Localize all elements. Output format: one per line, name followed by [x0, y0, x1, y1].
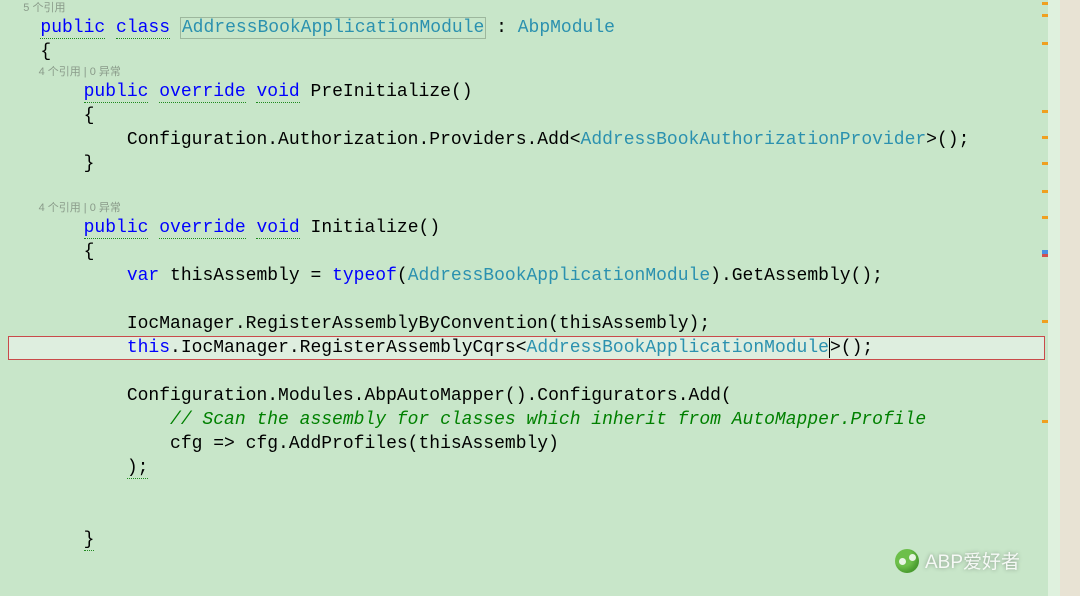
ioc-conv: IocManager.RegisterAssemblyByConvention(…	[8, 312, 1045, 336]
kw-typeof: typeof	[332, 266, 397, 286]
ioc-cqrs-highlighted: this.IocManager.RegisterAssemblyCqrs<Add…	[8, 336, 1045, 360]
brace-open-init: {	[8, 240, 1045, 264]
blank4	[8, 480, 1045, 504]
method-preinit: PreInitialize	[311, 82, 451, 102]
cfg-lambda: cfg => cfg.AddProfiles(thisAssembly)	[8, 432, 1045, 456]
watermark: ABP爱好者	[895, 547, 1020, 574]
kw-class: class	[116, 18, 170, 39]
var-thisassembly: var thisAssembly = typeof(AddressBookApp…	[8, 264, 1045, 288]
codelens-class[interactable]: 5 个引用	[8, 0, 1045, 16]
blank5	[8, 504, 1045, 528]
code-block: 5 个引用 public class AddressBookApplicatio…	[0, 0, 1045, 552]
type-module3: AddressBookApplicationModule	[527, 338, 829, 358]
minimap-marker[interactable]	[1042, 2, 1048, 5]
minimap-marker[interactable]	[1042, 14, 1048, 17]
kw-override2: override	[159, 218, 245, 239]
minimap-marker[interactable]	[1042, 136, 1048, 139]
blank1	[8, 176, 1045, 200]
vertical-scrollbar[interactable]	[1060, 0, 1080, 596]
watermark-text: ABP爱好者	[925, 547, 1020, 574]
codelens-init[interactable]: 4 个引用 | 0 异常	[8, 200, 1045, 216]
brace-close-init: }	[8, 528, 1045, 552]
kw-override: override	[159, 82, 245, 103]
kw-public: public	[40, 18, 105, 39]
type-module: AddressBookApplicationModule	[181, 18, 485, 38]
type-auth-provider: AddressBookAuthorizationProvider	[581, 130, 927, 150]
close-add: );	[8, 456, 1045, 480]
minimap[interactable]	[1048, 0, 1060, 596]
kw-void2: void	[256, 218, 299, 239]
config-auth-line: Configuration.Authorization.Providers.Ad…	[8, 128, 1045, 152]
minimap-marker[interactable]	[1042, 190, 1048, 193]
wechat-icon	[895, 549, 919, 573]
code-editor[interactable]: 5 个引用 public class AddressBookApplicatio…	[0, 0, 1045, 596]
minimap-marker[interactable]	[1042, 254, 1048, 257]
minimap-marker[interactable]	[1042, 216, 1048, 219]
brace-open-preinit: {	[8, 104, 1045, 128]
kw-public3: public	[84, 218, 149, 239]
minimap-marker[interactable]	[1042, 42, 1048, 45]
brace-open-class: {	[8, 40, 1045, 64]
method-init: Initialize	[311, 218, 419, 238]
minimap-marker[interactable]	[1042, 162, 1048, 165]
kw-var: var	[127, 266, 159, 286]
init-decl: public override void Initialize()	[8, 216, 1045, 240]
type-base: AbpModule	[518, 18, 615, 38]
minimap-marker[interactable]	[1042, 110, 1048, 113]
kw-this: this	[127, 338, 170, 358]
minimap-marker[interactable]	[1042, 420, 1048, 423]
blank2	[8, 288, 1045, 312]
codelens-preinit[interactable]: 4 个引用 | 0 异常	[8, 64, 1045, 80]
kw-void: void	[256, 82, 299, 103]
brace-close-preinit: }	[8, 152, 1045, 176]
minimap-marker[interactable]	[1042, 320, 1048, 323]
kw-public2: public	[84, 82, 149, 103]
class-decl: public class AddressBookApplicationModul…	[8, 16, 1045, 40]
comment-scan: // Scan the assembly for classes which i…	[8, 408, 1045, 432]
colon: :	[485, 18, 517, 38]
config-modules: Configuration.Modules.AbpAutoMapper().Co…	[8, 384, 1045, 408]
preinit-decl: public override void PreInitialize()	[8, 80, 1045, 104]
type-module2: AddressBookApplicationModule	[408, 266, 710, 286]
blank3	[8, 360, 1045, 384]
